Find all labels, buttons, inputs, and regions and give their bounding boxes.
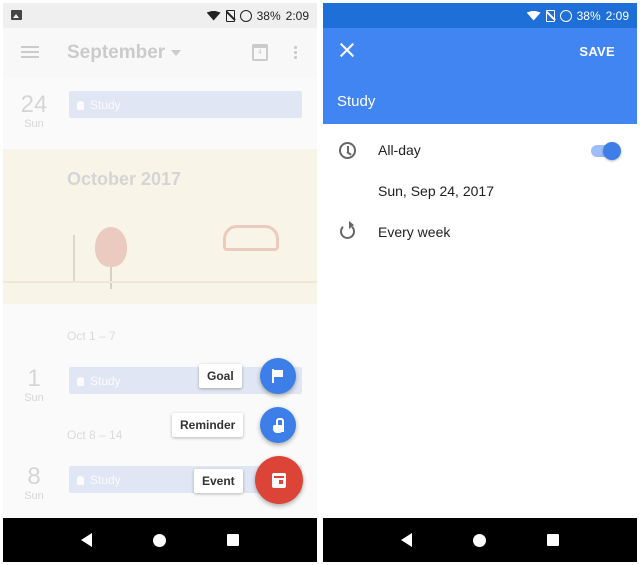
month-banner-title: October 2017: [67, 169, 182, 189]
banner-ground: [3, 281, 317, 283]
goal-label[interactable]: Goal: [199, 364, 242, 388]
battery-percent: 38%: [576, 8, 601, 23]
event-chip[interactable]: Study: [69, 91, 302, 118]
navigation-bar: [3, 518, 317, 562]
all-day-row[interactable]: All-day: [323, 133, 637, 169]
clock-time: 2:09: [605, 8, 629, 23]
day-number: 1: [27, 365, 41, 392]
gallery-icon: [11, 10, 22, 20]
goal-icon: [77, 377, 84, 386]
home-icon[interactable]: [472, 533, 486, 547]
month-selector[interactable]: September: [67, 42, 182, 64]
day-number: 24: [20, 91, 48, 118]
event-title-field[interactable]: Study: [337, 93, 375, 110]
more-options-icon[interactable]: [294, 45, 297, 60]
event-title: Study: [90, 98, 121, 112]
all-day-label: All-day: [378, 142, 421, 158]
event-title: Study: [90, 473, 121, 487]
left-phone-calendar: 38% 2:09 September 4 24 Sun Study Octobe…: [3, 3, 317, 562]
repeat-value[interactable]: Every week: [378, 224, 450, 240]
month-label: September: [67, 42, 166, 63]
goal-icon: [77, 476, 84, 485]
day-label: 1 Sun: [17, 365, 51, 404]
clock-time: 2:09: [285, 8, 309, 23]
no-sim-icon: [545, 9, 555, 22]
today-icon[interactable]: 4: [252, 44, 268, 61]
caret-down-icon: [171, 49, 182, 56]
close-icon[interactable]: [339, 42, 355, 58]
menu-icon[interactable]: [21, 46, 39, 58]
all-day-toggle[interactable]: [591, 142, 621, 160]
navigation-bar: [323, 518, 637, 562]
balloon-string: [110, 267, 112, 289]
wifi-icon: [206, 10, 221, 21]
home-icon[interactable]: [152, 533, 166, 547]
day-of-week: Sun: [24, 118, 44, 130]
back-icon[interactable]: [401, 533, 413, 547]
week-range: Oct 1 – 7: [67, 329, 116, 343]
date-row[interactable]: Sun, Sep 24, 2017: [323, 174, 637, 210]
status-bar: 38% 2:09: [3, 3, 317, 28]
event-fab[interactable]: [255, 456, 303, 504]
flag-icon: [272, 369, 284, 383]
status-bar: 38% 2:09: [323, 3, 637, 28]
banner-tree-illustration: [73, 235, 97, 281]
right-phone-editor: 38% 2:09 SAVE Study All-day Sun, Sep 24,…: [323, 3, 637, 562]
repeat-row[interactable]: Every week: [323, 215, 637, 251]
wifi-icon: [526, 10, 541, 21]
recents-icon[interactable]: [546, 534, 559, 546]
toggle-thumb: [603, 142, 621, 160]
day-of-week: Sun: [24, 490, 44, 502]
back-icon[interactable]: [81, 533, 93, 547]
reminder-fab[interactable]: [260, 407, 296, 443]
reminder-label[interactable]: Reminder: [172, 413, 244, 437]
no-sim-icon: [225, 9, 235, 22]
clock-icon: [339, 142, 356, 159]
recents-icon[interactable]: [226, 534, 239, 546]
repeat-icon: [340, 221, 355, 239]
battery-saver-icon: [559, 9, 572, 22]
app-bar: September 4: [3, 28, 317, 78]
save-button[interactable]: SAVE: [579, 44, 615, 59]
date-value[interactable]: Sun, Sep 24, 2017: [378, 183, 494, 199]
reminder-hand-icon: [272, 417, 284, 433]
day-label: 8 Sun: [17, 463, 51, 502]
banner-cycle-illustration: [223, 225, 279, 251]
day-of-week: Sun: [24, 392, 44, 404]
goal-icon: [77, 101, 84, 110]
event-label[interactable]: Event: [194, 469, 243, 493]
editor-header: SAVE Study: [323, 28, 637, 124]
screenshot-stage: 38% 2:09 September 4 24 Sun Study Octobe…: [0, 0, 640, 565]
day-label: 24 Sun: [17, 91, 51, 130]
calendar-icon: [272, 472, 286, 488]
battery-saver-icon: [239, 9, 252, 22]
event-title: Study: [90, 374, 121, 388]
day-number: 8: [27, 463, 41, 490]
goal-fab[interactable]: [260, 358, 296, 394]
week-range: Oct 8 – 14: [67, 428, 123, 442]
battery-percent: 38%: [256, 8, 281, 23]
banner-balloon-illustration: [95, 227, 127, 267]
